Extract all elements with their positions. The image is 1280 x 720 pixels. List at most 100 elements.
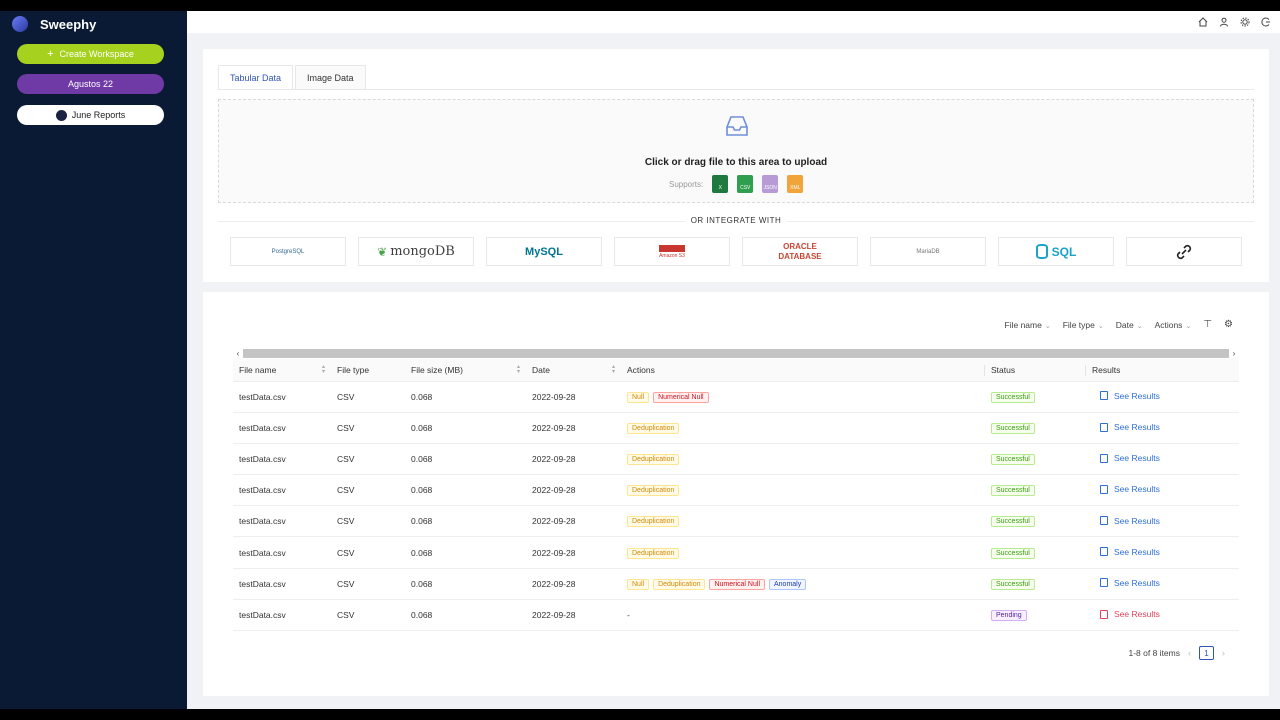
cell-results: See Results — [1086, 568, 1239, 600]
file-search-icon — [1100, 578, 1108, 588]
mariadb-logo: MariaDB — [916, 248, 940, 255]
sort-icon: ▴ ▾ — [321, 364, 325, 375]
see-results-link[interactable]: See Results — [1100, 578, 1160, 588]
data-tabs: Tabular Data Image Data — [218, 65, 368, 90]
see-results-label: See Results — [1114, 609, 1160, 620]
excel-icon: X — [712, 175, 729, 193]
settings-icon[interactable]: ⚙ — [1224, 319, 1233, 330]
col-results-label: Results — [1092, 364, 1121, 375]
col-status: Status — [985, 359, 1086, 382]
action-tag: Deduplication — [627, 485, 680, 497]
action-tag: Deduplication — [627, 422, 680, 434]
filter-date[interactable]: Date ⌄ — [1116, 320, 1143, 330]
filter-file-name[interactable]: File name ⌄ — [1005, 320, 1051, 330]
csv-icon: CSV — [737, 175, 754, 193]
chevron-down-icon: ⌄ — [1185, 322, 1192, 330]
scroll-right-icon[interactable]: › — [1229, 349, 1239, 358]
see-results-link[interactable]: See Results — [1100, 422, 1160, 432]
action-tag: Deduplication — [627, 453, 680, 465]
files-table: File name ▴ ▾ File type File size (MB) ▴ ▾ D… — [233, 359, 1239, 632]
xml-icon: XML — [787, 175, 804, 193]
workspace-label: Agustos 22 — [67, 79, 114, 89]
see-results-link[interactable]: See Results — [1100, 391, 1160, 401]
cell-results: See Results — [1086, 505, 1239, 538]
cell-file-name: testData.csv — [233, 474, 331, 507]
col-actions-label: Actions — [627, 364, 655, 375]
postgresql-logo: PostgreSQL — [271, 248, 305, 255]
chevron-down-icon: ⌄ — [1136, 322, 1143, 330]
gear-icon[interactable] — [1239, 16, 1251, 28]
create-workspace-button[interactable]: + Create Workspace — [17, 44, 164, 64]
filter-file-type[interactable]: File type ⌄ — [1063, 320, 1104, 330]
filter-date-label: Date — [1115, 319, 1134, 330]
see-results-link[interactable]: See Results — [1100, 453, 1160, 463]
see-results-label: See Results — [1114, 484, 1160, 495]
cell-file-name: testData.csv — [233, 536, 331, 569]
status-badge: Successful — [991, 391, 1035, 403]
sweephy-logo-icon — [12, 16, 28, 32]
col-file-name[interactable]: File name ▴ ▾ — [233, 359, 331, 382]
see-results-link[interactable]: See Results — [1100, 516, 1160, 526]
col-file-size[interactable]: File size (MB) ▴ ▾ — [405, 359, 526, 382]
cell-status: Successful — [985, 536, 1086, 569]
integration-link[interactable] — [1126, 237, 1242, 266]
cell-status: Successful — [985, 505, 1086, 538]
table-horizontal-scrollbar[interactable]: ‹ › — [233, 348, 1239, 358]
integration-amazon-s3[interactable]: Amazon S3 — [614, 237, 730, 266]
logout-icon[interactable] — [1260, 16, 1272, 28]
table-row: testData.csv CSV 0.068 2022-09-28 Deduplicat… — [233, 505, 1239, 538]
workspace-button[interactable]: Agustos 22 — [17, 74, 164, 94]
file-search-icon — [1100, 422, 1108, 432]
mysql-logo: MySQL — [525, 245, 563, 258]
column-height-icon[interactable]: ⊤ — [1203, 319, 1212, 330]
cell-file-size: 0.068 — [405, 474, 526, 507]
col-actions: Actions — [621, 359, 985, 382]
json-icon: JSON — [762, 175, 779, 193]
table-row: testData.csv CSV 0.068 2022-09-28 Deduplicat… — [233, 443, 1239, 476]
sql-logo: SQL — [1051, 244, 1077, 259]
next-page-icon[interactable]: › — [1222, 648, 1225, 658]
pagination-summary: 1-8 of 8 items — [1128, 648, 1181, 658]
upload-dropzone[interactable]: Click or drag file to this area to uploa… — [218, 99, 1254, 203]
col-date[interactable]: Date ▴ ▾ — [526, 359, 621, 382]
integration-sql[interactable]: SQL — [998, 237, 1114, 266]
col-results: Results — [1086, 359, 1239, 382]
june-reports-button[interactable]: June Reports — [17, 105, 164, 125]
june-reports-label: June Reports — [71, 110, 126, 120]
integration-mongodb[interactable]: ❦ mongoDB — [358, 237, 474, 266]
cell-date: 2022-09-28 — [526, 568, 621, 600]
integration-postgresql[interactable]: PostgreSQL — [230, 237, 346, 266]
cell-file-type: CSV — [331, 381, 405, 413]
status-badge: Successful — [991, 422, 1035, 434]
cell-date: 2022-09-28 — [526, 412, 621, 444]
cell-file-size: 0.068 — [405, 568, 526, 600]
status-badge: Successful — [991, 578, 1035, 590]
see-results-link[interactable]: See Results — [1100, 609, 1160, 619]
file-search-icon — [1100, 453, 1108, 463]
tab-tabular-data[interactable]: Tabular Data — [218, 65, 294, 90]
cell-date: 2022-09-28 — [526, 381, 621, 413]
cell-date: 2022-09-28 — [526, 536, 621, 569]
table-row: testData.csv CSV 0.068 2022-09-28- Pending Se… — [233, 599, 1239, 632]
cell-file-name: testData.csv — [233, 568, 331, 600]
scroll-left-icon[interactable]: ‹ — [233, 349, 243, 358]
cell-results: See Results — [1086, 412, 1239, 444]
cell-results: See Results — [1086, 443, 1239, 476]
table-body: testData.csv CSV 0.068 2022-09-28 Null Numeri… — [233, 381, 1239, 632]
integration-oracle[interactable]: ORACLE DATABASE — [742, 237, 858, 266]
page-number-button[interactable]: 1 — [1199, 646, 1214, 660]
user-icon[interactable] — [1218, 16, 1230, 28]
see-results-link[interactable]: See Results — [1100, 547, 1160, 557]
workspace-avatar — [55, 109, 67, 121]
filter-actions[interactable]: Actions ⌄ — [1155, 320, 1192, 330]
cell-results: See Results — [1086, 536, 1239, 569]
see-results-link[interactable]: See Results — [1100, 484, 1160, 494]
integration-mysql[interactable]: MySQL — [486, 237, 602, 266]
integration-mariadb[interactable]: MariaDB — [870, 237, 986, 266]
home-icon[interactable] — [1197, 16, 1209, 28]
prev-page-icon[interactable]: ‹ — [1188, 648, 1191, 658]
tab-image-data[interactable]: Image Data — [295, 65, 366, 90]
integrations-row: PostgreSQL ❦ mongoDB MySQL Amazon S3 ORA… — [230, 237, 1242, 266]
scroll-thumb[interactable] — [243, 348, 1229, 358]
status-badge: Successful — [991, 516, 1035, 528]
